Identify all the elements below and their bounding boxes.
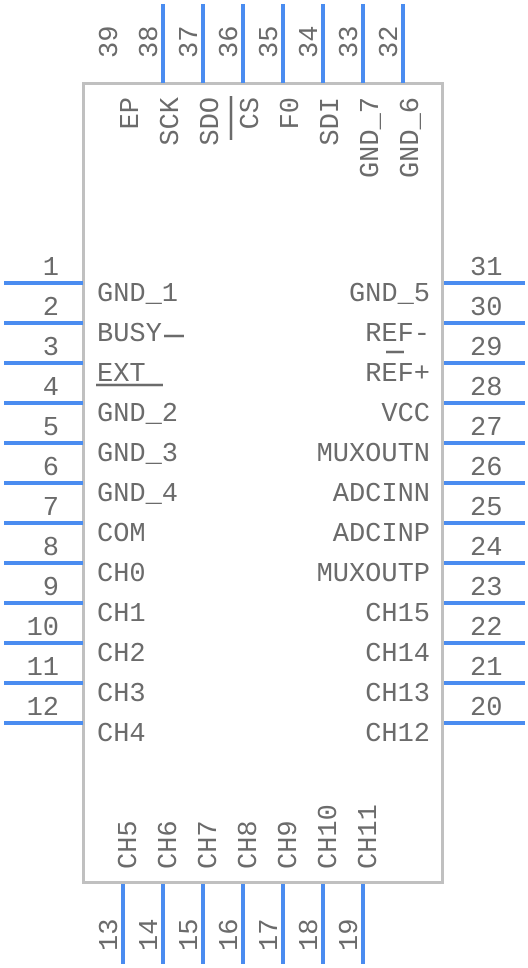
pin-number: 15 — [176, 919, 206, 951]
pin-number: 11 — [27, 654, 59, 684]
pin-number: 30 — [470, 294, 502, 324]
bottom-pin-group: 13 CH5 14 CH6 15 CH7 16 CH8 17 CH9 18 CH10 19 CH11 — [96, 804, 385, 964]
pin-name-ref: REF- — [365, 320, 430, 350]
pin-name-ref: REF+ — [365, 360, 430, 390]
pin-number: 7 — [43, 494, 59, 524]
pin-number: 28 — [470, 374, 502, 404]
pin-number: 8 — [43, 534, 59, 564]
pin-number: 3 — [43, 334, 59, 364]
pin-number: 10 — [27, 614, 59, 644]
pin-number: 33 — [336, 26, 366, 58]
pin-number: 21 — [470, 654, 502, 684]
pin-name-gnd-1: GND_1 — [97, 280, 178, 310]
pin-number: 27 — [470, 414, 502, 444]
pin-name-f0: F0 — [277, 97, 307, 129]
pin-name-cs: CS — [237, 97, 267, 129]
pin-name-ch12: CH12 — [365, 720, 430, 750]
pin-number: 23 — [470, 574, 502, 604]
pin-number: 37 — [176, 26, 206, 58]
ic-symbol: 1GND_12BUSY3EXT4GND_25GND_36GND_47COM8CH… — [4, 4, 525, 964]
pin-name-gnd-6: GND_6 — [397, 97, 427, 178]
pin-number: 4 — [43, 374, 59, 404]
pin-number: 2 — [43, 294, 59, 324]
pin-number: 1 — [43, 254, 59, 284]
pin-name-adcinp: ADCINP — [333, 520, 430, 550]
pin-name-gnd-4: GND_4 — [97, 480, 178, 510]
pin-number: 38 — [136, 26, 166, 58]
pin-number: 20 — [470, 694, 502, 724]
pin-name-muxoutp: MUXOUTP — [317, 560, 430, 590]
pin-name-ch7: CH7 — [195, 820, 225, 869]
pin-number: 14 — [136, 919, 166, 951]
pin-number: 9 — [43, 574, 59, 604]
pin-number: 5 — [43, 414, 59, 444]
pin-number: 39 — [96, 26, 126, 58]
pin-name-ch10: CH10 — [315, 804, 345, 869]
pin-name-ch1: CH1 — [97, 600, 146, 630]
pin-name-ch13: CH13 — [365, 680, 430, 710]
pin-name-gnd-7: GND_7 — [357, 97, 387, 178]
pin-number: 19 — [336, 919, 366, 951]
pin-number: 25 — [470, 494, 502, 524]
pin-name-ep: EP — [117, 97, 147, 129]
pin-name-sck: SCK — [157, 96, 187, 145]
pin-name-gnd-3: GND_3 — [97, 440, 178, 470]
pin-name-ch5: CH5 — [115, 820, 145, 869]
pin-name-sdi: SDI — [317, 97, 347, 146]
pin-number: 16 — [216, 919, 246, 951]
pin-name-busy: BUSY — [97, 320, 162, 350]
pin-name-ch9: CH9 — [275, 820, 305, 869]
pin-number: 6 — [43, 454, 59, 484]
pin-number: 13 — [96, 919, 126, 951]
pin-name-com: COM — [97, 520, 146, 550]
pin-number: 17 — [256, 919, 286, 951]
pin-number: 26 — [470, 454, 502, 484]
pin-number: 34 — [296, 26, 326, 58]
pin-number: 29 — [470, 334, 502, 364]
pin-name-ch4: CH4 — [97, 720, 146, 750]
pin-number: 18 — [296, 919, 326, 951]
pin-name-gnd-5: GND_5 — [349, 280, 430, 310]
pin-name-gnd-2: GND_2 — [97, 400, 178, 430]
pin-name-vcc: VCC — [381, 400, 430, 430]
pin-name-ch11: CH11 — [355, 804, 385, 869]
pin-name-ch0: CH0 — [97, 560, 146, 590]
pin-name-ch8: CH8 — [235, 820, 265, 869]
pin-name-ch14: CH14 — [365, 640, 430, 670]
pin-name-sdo: SDO — [197, 97, 227, 146]
pin-number: 35 — [256, 26, 286, 58]
pin-number: 32 — [376, 26, 406, 58]
pin-name-ch2: CH2 — [97, 640, 146, 670]
pin-name-muxoutn: MUXOUTN — [317, 440, 430, 470]
pin-number: 36 — [216, 26, 246, 58]
pin-name-ch6: CH6 — [155, 820, 185, 869]
pin-name-ch3: CH3 — [97, 680, 146, 710]
pin-number: 24 — [470, 534, 502, 564]
pin-number: 31 — [470, 254, 502, 284]
pin-number: 22 — [470, 614, 502, 644]
pin-name-ch15: CH15 — [365, 600, 430, 630]
pin-name-adcinn: ADCINN — [333, 480, 430, 510]
pin-number: 12 — [27, 694, 59, 724]
